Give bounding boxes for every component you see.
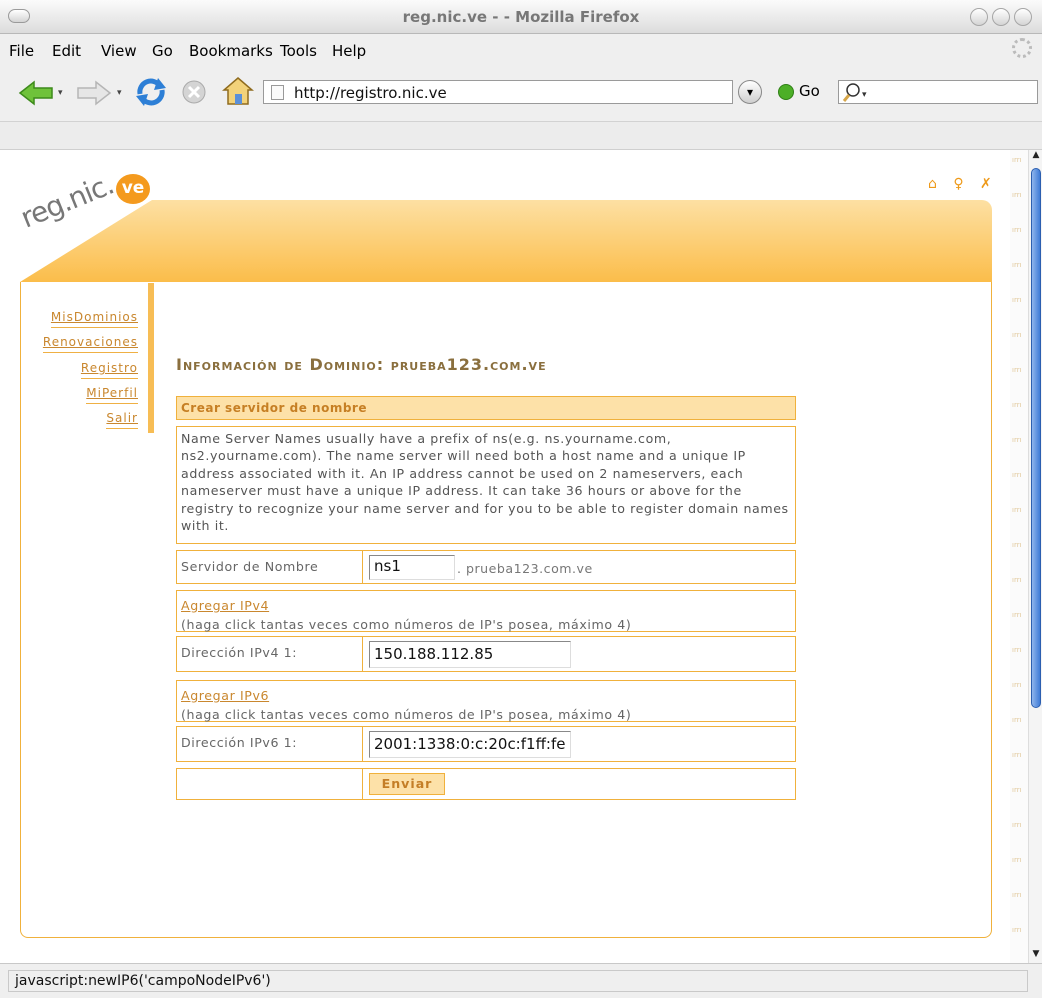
submit-row: Enviar — [176, 768, 796, 800]
window-title: reg.nic.ve - - Mozilla Firefox — [402, 8, 640, 26]
forward-arrow-icon[interactable] — [76, 80, 112, 106]
status-text: javascript:newIP6('campoNodeIPv6') — [8, 970, 1028, 992]
reload-icon[interactable] — [134, 76, 168, 108]
scroll-up-arrow-icon[interactable]: ▲ — [1029, 150, 1042, 164]
pattern-mark: ırrı — [1012, 786, 1022, 794]
pattern-mark: ırrı — [1012, 226, 1022, 234]
sidebar-item-salir[interactable]: Salir — [106, 411, 138, 429]
pattern-mark: ırrı — [1012, 261, 1022, 269]
window-titlebar: reg.nic.ve - - Mozilla Firefox — [0, 0, 1042, 34]
ipv6-label: Dirección IPv6 1: — [177, 727, 363, 761]
pattern-mark: ırrı — [1012, 401, 1022, 409]
ipv4-input[interactable]: 150.188.112.85 — [369, 641, 571, 668]
ipv4-row: Dirección IPv4 1: 150.188.112.85 — [176, 636, 796, 672]
pattern-mark: ırrı — [1012, 716, 1022, 724]
pattern-mark: ırrı — [1012, 541, 1022, 549]
pattern-mark: ırrı — [1012, 436, 1022, 444]
navigation-toolbar: ▾ ▾ http://registro.nic.ve ▾ Go ▾ — [0, 64, 1042, 122]
search-input[interactable]: ▾ — [838, 80, 1038, 104]
sidebar-divider — [148, 283, 154, 433]
go-button[interactable]: Go — [799, 82, 820, 100]
pattern-mark: ırrı — [1012, 891, 1022, 899]
server-name-label: Servidor de Nombre — [177, 551, 363, 583]
url-dropdown-icon[interactable]: ▾ — [738, 80, 762, 104]
ipv4-label: Dirección IPv4 1: — [177, 637, 363, 671]
status-bar: javascript:newIP6('campoNodeIPv6') — [0, 963, 1042, 998]
site-logo[interactable]: reg.nic. ve — [12, 166, 152, 252]
svg-text:▾: ▾ — [862, 90, 867, 100]
forward-dropdown-icon[interactable]: ▾ — [117, 88, 122, 98]
description-text: Name Server Names usually have a prefix … — [181, 431, 789, 534]
pattern-mark: ırrı — [1012, 191, 1022, 199]
server-name-row: Servidor de Nombre ns1 . prueba123.com.v… — [176, 550, 796, 584]
menu-help[interactable]: Help — [332, 42, 366, 60]
go-icon[interactable] — [778, 84, 794, 100]
url-bar[interactable]: http://registro.nic.ve — [263, 80, 733, 104]
add-ipv6-row: Agregar IPv6 (haga click tantas veces co… — [176, 680, 796, 722]
add-ipv6-link[interactable]: Agregar IPv6 — [181, 688, 269, 703]
sidebar-item-renovaciones[interactable]: Renovaciones — [42, 335, 138, 353]
form-header-text: Crear servidor de nombre — [181, 401, 367, 415]
menu-bar: File Edit View Go Bookmarks Tools Help — [0, 34, 1042, 64]
header-icons[interactable]: ⌂ ♀ ✗ — [928, 176, 998, 192]
add-ipv4-hint: (haga click tantas veces como números de… — [181, 617, 632, 632]
server-name-input[interactable]: ns1 — [369, 555, 455, 580]
home-icon[interactable] — [222, 76, 254, 106]
page-background-pattern: ırrı ırrı ırrı ırrı ırrı ırrı ırrı ırrı ırrı ırrı… — [1010, 150, 1028, 963]
scroll-down-arrow-icon[interactable]: ▼ — [1029, 949, 1042, 963]
pattern-mark: ırrı — [1012, 856, 1022, 864]
menu-go[interactable]: Go — [152, 42, 173, 60]
pattern-mark: ırrı — [1012, 751, 1022, 759]
stop-icon[interactable] — [182, 80, 206, 104]
pattern-mark: ırrı — [1012, 506, 1022, 514]
menu-bookmarks[interactable]: Bookmarks — [189, 42, 273, 60]
menu-edit[interactable]: Edit — [52, 42, 81, 60]
throbber-icon — [1012, 38, 1032, 58]
bookmarks-toolbar — [0, 122, 1042, 150]
pattern-mark: ırrı — [1012, 576, 1022, 584]
ipv6-input[interactable]: 2001:1338:0:c:20c:f1ff:fe — [369, 731, 571, 758]
pattern-mark: ırrı — [1012, 681, 1022, 689]
close-button[interactable] — [1014, 8, 1032, 26]
url-text[interactable]: http://registro.nic.ve — [294, 84, 447, 102]
sidebar-item-registro[interactable]: Registro — [80, 361, 138, 379]
pattern-mark: ırrı — [1012, 821, 1022, 829]
add-ipv6-hint: (haga click tantas veces como números de… — [181, 707, 632, 722]
submit-label-cell — [177, 769, 363, 799]
server-name-suffix: . prueba123.com.ve — [457, 561, 593, 576]
page-title-text: Información de Dominio: prueba123.com.ve — [176, 355, 547, 374]
scroll-thumb[interactable] — [1031, 168, 1041, 708]
maximize-button[interactable] — [992, 8, 1010, 26]
pattern-mark: ırrı — [1012, 366, 1022, 374]
submit-button[interactable]: Enviar — [369, 773, 445, 795]
pattern-mark: ırrı — [1012, 926, 1022, 934]
header-banner — [20, 200, 992, 282]
logo-text: reg.nic. — [16, 167, 118, 235]
page-icon — [271, 85, 284, 100]
page-content: reg.nic. ve ⌂ ♀ ✗ MisDominios Renovacion… — [0, 150, 1010, 963]
ipv6-row: Dirección IPv6 1: 2001:1338:0:c:20c:f1ff… — [176, 726, 796, 762]
add-ipv4-link[interactable]: Agregar IPv4 — [181, 598, 269, 613]
add-ipv4-row: Agregar IPv4 (haga click tantas veces co… — [176, 590, 796, 632]
menu-view[interactable]: View — [101, 42, 137, 60]
minimize-button[interactable] — [970, 8, 988, 26]
pattern-mark: ırrı — [1012, 156, 1022, 164]
sidebar-item-misdominios[interactable]: MisDominios — [50, 310, 138, 328]
pattern-mark: ırrı — [1012, 296, 1022, 304]
sidebar-item-miperfil[interactable]: MiPerfil — [86, 386, 138, 404]
pattern-mark: ırrı — [1012, 331, 1022, 339]
back-dropdown-icon[interactable]: ▾ — [58, 88, 63, 98]
form-description: Name Server Names usually have a prefix … — [176, 426, 796, 544]
menu-tools[interactable]: Tools — [280, 42, 317, 60]
pattern-mark: ırrı — [1012, 471, 1022, 479]
pattern-mark: ırrı — [1012, 611, 1022, 619]
page-title: Información de Dominio: prueba123.com.ve — [176, 355, 547, 374]
form-header: Crear servidor de nombre — [176, 396, 796, 420]
logo-badge: ve — [116, 174, 150, 204]
menu-file[interactable]: File — [9, 42, 34, 60]
search-icon[interactable]: ▾ — [841, 81, 871, 103]
pattern-mark: ırrı — [1012, 646, 1022, 654]
back-arrow-icon[interactable] — [18, 80, 54, 106]
vertical-scrollbar[interactable]: ▲ ▼ — [1028, 150, 1042, 963]
